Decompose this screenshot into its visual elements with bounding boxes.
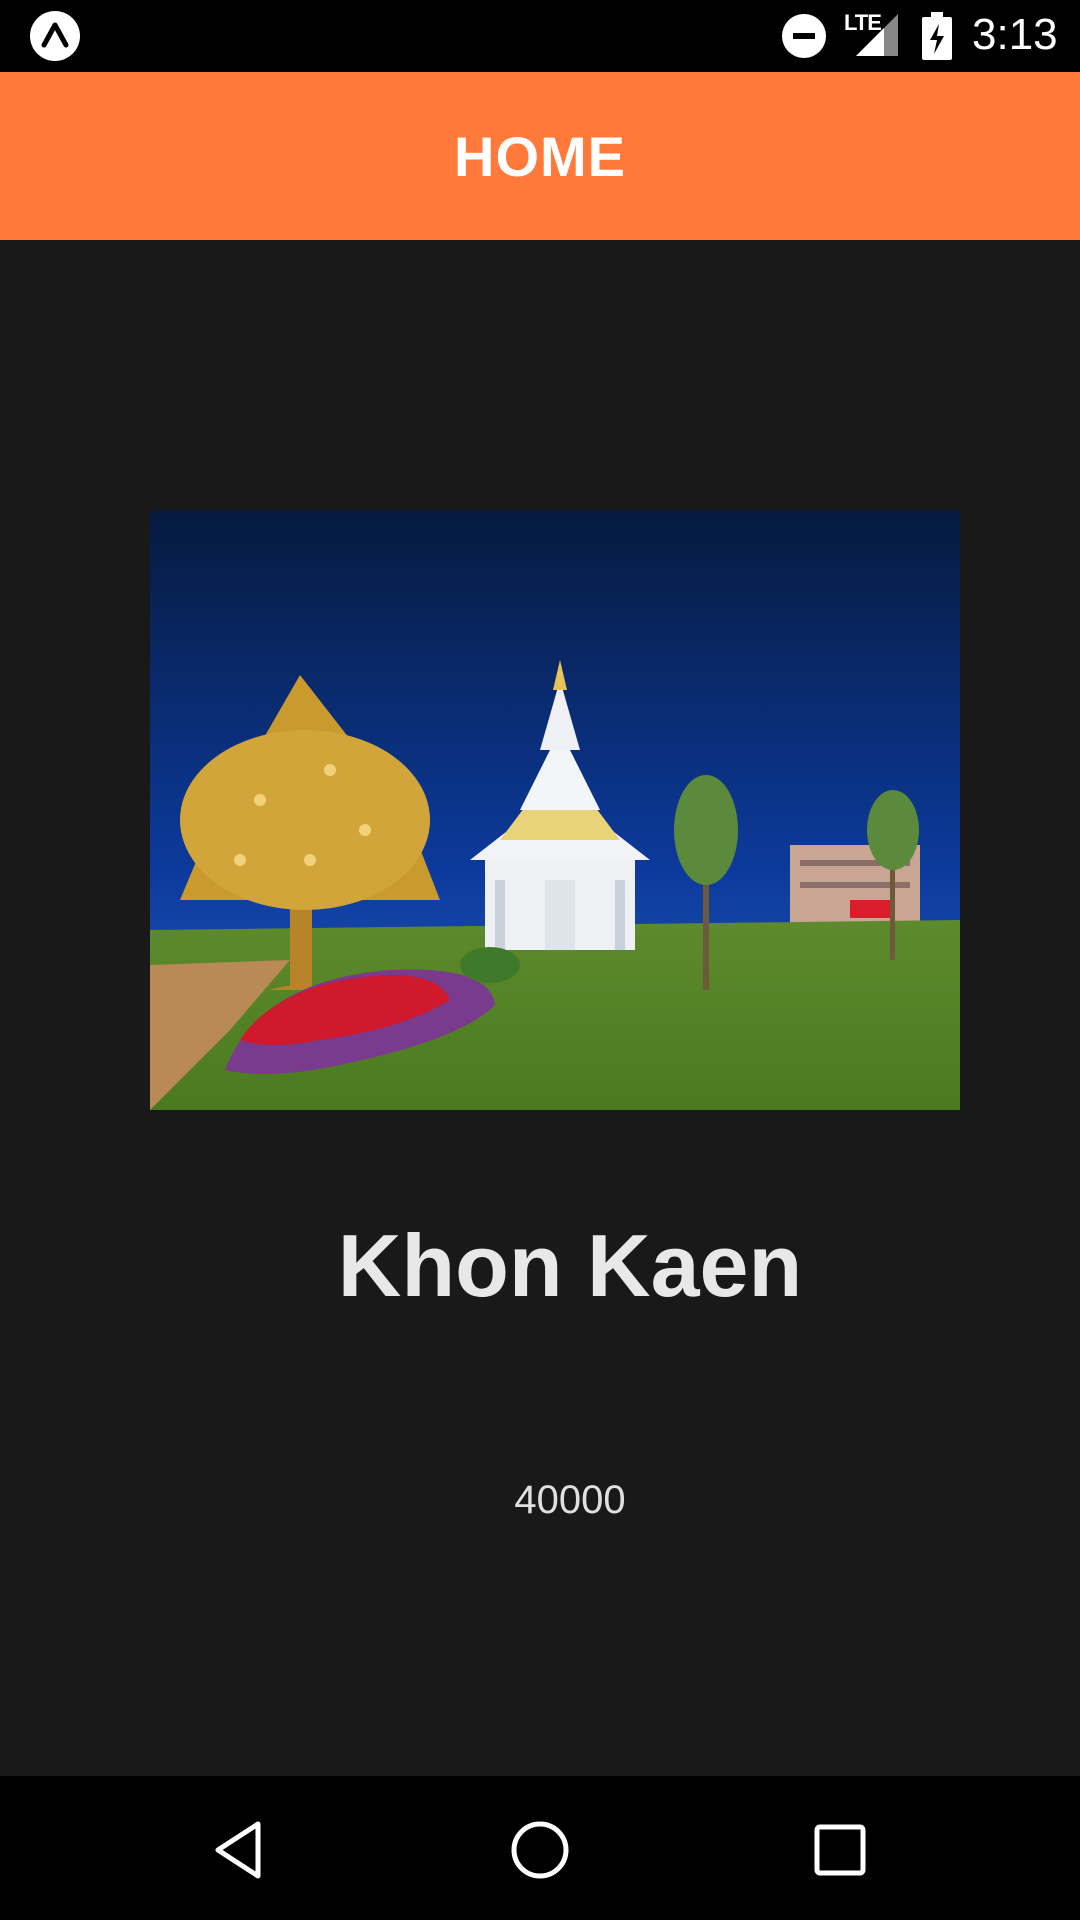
app-badge-icon [30,11,80,61]
city-photo [150,510,960,1110]
navigation-bar [0,1776,1080,1920]
battery-charging-icon [922,12,952,60]
city-name: Khon Kaen [337,1216,803,1315]
app-bar: HOME [0,72,1080,240]
main-content: Khon Kaen 40000 [0,240,1080,1776]
status-bar: LTE 3:13 [0,0,1080,72]
home-icon[interactable] [508,1818,572,1882]
postal-code: 40000 [514,1478,626,1522]
do-not-disturb-icon [782,14,826,58]
page-title: HOME [454,124,626,188]
back-icon[interactable] [208,1818,272,1882]
status-clock: 3:13 [972,10,1058,59]
recents-icon[interactable] [808,1818,872,1882]
signal-icon [856,14,898,56]
